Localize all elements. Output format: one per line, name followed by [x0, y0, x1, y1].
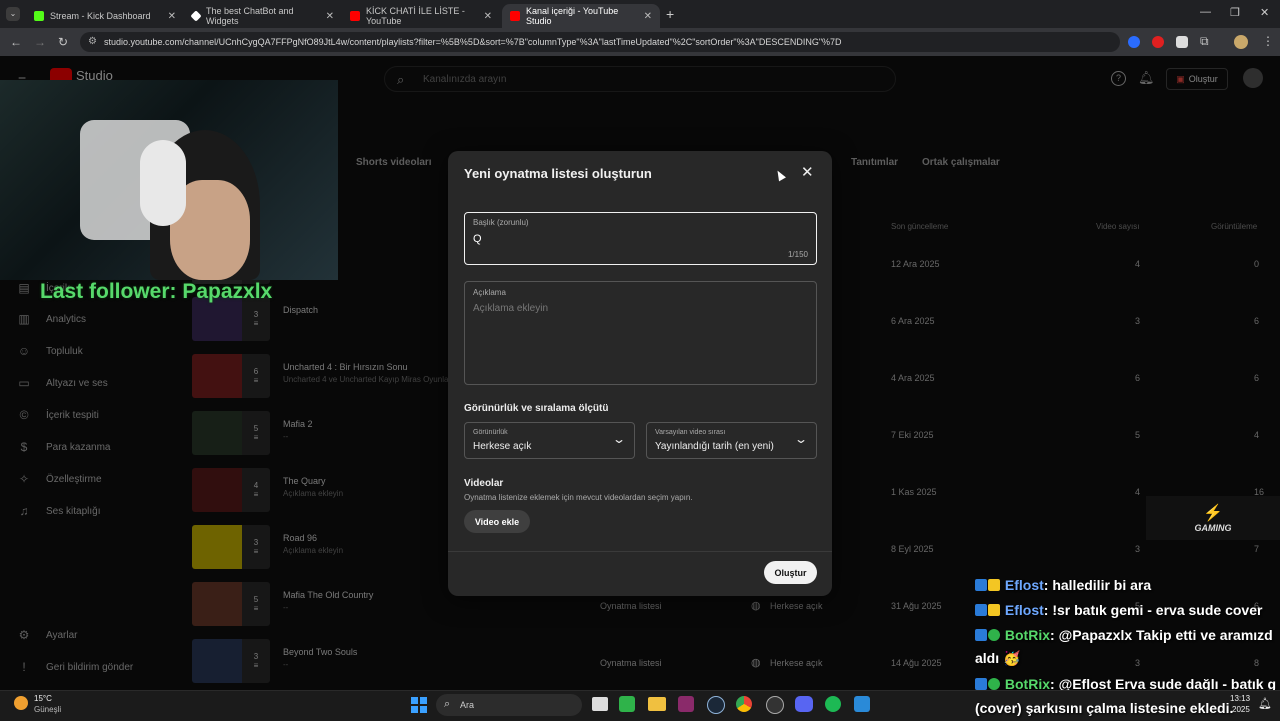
clock-date[interactable]: 2025 — [1232, 705, 1250, 714]
description-field-label: Açıklama — [473, 288, 506, 297]
github-icon[interactable] — [766, 696, 784, 714]
chat-message: BotRix: @Papazxlx Takip etti ve aramızd — [975, 627, 1273, 643]
app-icon[interactable] — [854, 696, 870, 712]
close-tab-icon[interactable]: ✕ — [326, 11, 334, 22]
gaming-logo: ⚡ GAMING — [1146, 496, 1280, 540]
app-icon[interactable] — [678, 696, 694, 712]
back-icon[interactable]: ← — [10, 35, 22, 49]
chat-badge-icon — [975, 604, 987, 616]
last-follower-label: Last follower: Papazxlx — [40, 280, 273, 303]
kick-icon — [34, 11, 44, 21]
youtube-icon — [350, 11, 360, 21]
verified-check-icon — [988, 678, 1000, 690]
extension-icon[interactable] — [1128, 36, 1140, 48]
new-playlist-dialog: Yeni oynatma listesi oluşturun ✕ Başlık … — [448, 151, 832, 596]
youtube-studio-icon — [510, 11, 520, 21]
windows-start-icon[interactable] — [411, 697, 427, 713]
title-char-counter: 1/150 — [787, 250, 808, 259]
browser-tab-studio[interactable]: Kanal içeriği - YouTube Studio ✕ — [502, 4, 660, 28]
site-info-icon[interactable]: ⚙ — [88, 36, 97, 47]
close-icon[interactable]: ✕ — [801, 163, 814, 181]
taskbar-search[interactable]: ⌕ Ara — [436, 694, 582, 716]
close-tab-icon[interactable]: ✕ — [168, 11, 176, 22]
visibility-select[interactable]: Görünürlük Herkese açık ⌄ — [464, 422, 635, 459]
chrome-icon[interactable] — [736, 696, 752, 712]
extension-icon[interactable] — [1176, 36, 1188, 48]
video-order-select[interactable]: Varsayılan video sırası Yayınlandığı tar… — [646, 422, 817, 459]
address-bar[interactable]: ⚙ studio.youtube.com/channel/UCnhCygQA7F… — [80, 32, 1120, 52]
extensions-puzzle-icon[interactable]: ⧉ — [1200, 34, 1209, 49]
visibility-section-heading: Görünürlük ve sıralama ölçütü — [464, 403, 609, 414]
close-tab-icon[interactable]: ✕ — [484, 11, 492, 22]
extension-icon[interactable] — [1152, 36, 1164, 48]
minimize-icon[interactable]: — — [1200, 6, 1211, 18]
playlist-title-field[interactable]: Başlık (zorunlu) Q 1/150 — [464, 212, 817, 265]
dialog-divider — [448, 551, 832, 552]
search-icon: ⌕ — [444, 698, 451, 710]
notification-icon[interactable]: 🔔︎ — [1258, 697, 1272, 710]
webcam-overlay — [0, 80, 338, 280]
browser-tab-kick[interactable]: Stream - Kick Dashboard ✕ — [26, 4, 184, 28]
maximize-icon[interactable]: ❐ — [1230, 6, 1240, 19]
browser-tab-bar: ⌄ Stream - Kick Dashboard ✕ The best Cha… — [0, 0, 1280, 28]
browser-tab-chatbot[interactable]: The best ChatBot and Widgets ✕ — [184, 4, 342, 28]
task-view-icon[interactable] — [592, 697, 608, 711]
weather-temp[interactable]: 15°C — [34, 694, 52, 703]
weather-desc[interactable]: Güneşli — [34, 705, 61, 714]
title-input[interactable]: Q — [473, 233, 482, 245]
videos-heading: Videolar — [464, 478, 504, 489]
playlist-description-field[interactable]: Açıklama Açıklama ekleyin — [464, 281, 817, 385]
close-window-icon[interactable]: ✕ — [1260, 6, 1269, 19]
create-playlist-button[interactable]: Oluştur — [764, 561, 817, 584]
botrix-icon — [190, 10, 202, 22]
description-placeholder: Açıklama ekleyin — [473, 303, 549, 314]
menu-kebab-icon[interactable]: ⋮ — [1262, 34, 1274, 48]
chat-message-continued: (cover) şarkısını çalma listesine ekledi… — [975, 700, 1234, 716]
steam-icon[interactable] — [707, 696, 725, 714]
verified-check-icon — [988, 629, 1000, 641]
title-field-label: Başlık (zorunlu) — [473, 218, 529, 227]
chevron-down-icon: ⌄ — [793, 432, 809, 446]
dialog-title: Yeni oynatma listesi oluşturun — [464, 166, 652, 181]
gaming-logo-mark: ⚡ — [1203, 505, 1223, 522]
chat-message: Eflost: !sr batık gemi - erva sude cover — [975, 602, 1262, 618]
video-order-value: Yayınlandığı tarih (en yeni) — [655, 441, 774, 452]
crown-icon — [988, 604, 1000, 616]
chat-badge-icon — [975, 579, 987, 591]
file-explorer-icon[interactable] — [648, 697, 666, 711]
visibility-label: Görünürlük — [473, 429, 508, 436]
add-video-button[interactable]: Video ekle — [464, 510, 530, 533]
close-tab-icon[interactable]: ✕ — [644, 11, 652, 22]
chevron-down-icon: ⌄ — [611, 432, 627, 446]
chat-badge-icon — [975, 629, 987, 641]
new-tab-icon[interactable]: + — [666, 6, 674, 22]
browser-tab-youtube[interactable]: KİCK CHATİ İLE LİSTE - YouTube ✕ — [342, 4, 500, 28]
discord-icon[interactable] — [795, 696, 813, 712]
chat-message-continued: aldı 🥳 — [975, 650, 1021, 666]
weather-sun-icon[interactable] — [14, 696, 28, 710]
tab-search-button[interactable]: ⌄ — [6, 7, 20, 21]
videos-description: Oynatma listenize eklemek için mevcut vi… — [464, 493, 693, 502]
profile-avatar[interactable] — [1234, 35, 1248, 49]
chat-message: Eflost: halledilir bi ara — [975, 577, 1151, 593]
crown-icon — [988, 579, 1000, 591]
headset — [140, 140, 186, 226]
chat-badge-icon — [975, 678, 987, 690]
spotify-icon[interactable] — [825, 696, 841, 712]
xbox-icon[interactable] — [619, 696, 635, 712]
reload-icon[interactable]: ↻ — [58, 35, 68, 49]
video-order-label: Varsayılan video sırası — [655, 429, 726, 436]
visibility-value: Herkese açık — [473, 441, 532, 452]
forward-icon[interactable]: → — [34, 35, 46, 49]
